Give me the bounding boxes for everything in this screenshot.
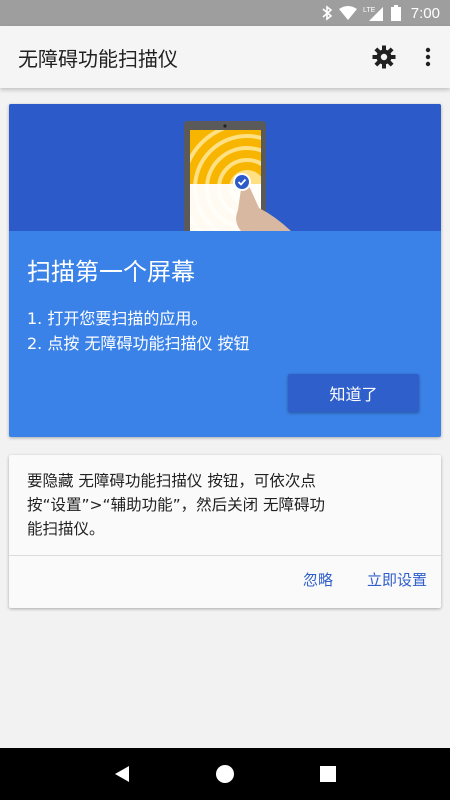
home-button[interactable]	[205, 754, 245, 794]
back-icon	[114, 766, 129, 782]
card-title: 扫描第一个屏幕	[27, 258, 195, 286]
step-1: 1. 打开您要扫描的应用。	[27, 309, 208, 328]
battery-icon	[390, 5, 401, 21]
got-it-button[interactable]: 知道了	[288, 374, 419, 412]
notice-card: 要隐藏 无障碍功能扫描仪 按钮，可依次点按“设置”>“辅助功能”，然后关闭 无障…	[9, 455, 441, 608]
status-time: 7:00	[410, 4, 440, 22]
ignore-button[interactable]: 忽略	[303, 569, 333, 590]
app-bar: 无障碍功能扫描仪	[0, 26, 450, 88]
recents-button[interactable]	[308, 754, 348, 794]
notice-text: 要隐藏 无障碍功能扫描仪 按钮，可依次点按“设置”>“辅助功能”，然后关闭 无障…	[27, 472, 326, 538]
scanner-check-icon	[235, 175, 249, 189]
more-vert-icon	[425, 47, 431, 67]
bluetooth-icon	[321, 5, 333, 21]
intro-card: 扫描第一个屏幕 1. 打开您要扫描的应用。 2. 点按 无障碍功能扫描仪 按钮 …	[9, 104, 441, 437]
recents-icon	[320, 766, 337, 782]
hero-illustration	[9, 104, 441, 231]
set-now-button[interactable]: 立即设置	[367, 569, 427, 590]
more-options-button[interactable]	[406, 35, 450, 79]
wifi-icon	[338, 6, 357, 20]
navigation-bar	[0, 748, 450, 800]
home-icon	[215, 765, 234, 783]
divider	[9, 555, 441, 556]
settings-gear-button[interactable]	[362, 35, 406, 79]
app-title: 无障碍功能扫描仪	[18, 46, 178, 71]
cell-signal-icon: LTE	[363, 5, 385, 21]
step-2: 2. 点按 无障碍功能扫描仪 按钮	[27, 334, 250, 353]
gear-icon	[372, 45, 396, 69]
network-label: LTE	[363, 7, 376, 14]
status-bar: LTE 7:00	[0, 0, 450, 26]
back-button[interactable]	[102, 754, 142, 794]
